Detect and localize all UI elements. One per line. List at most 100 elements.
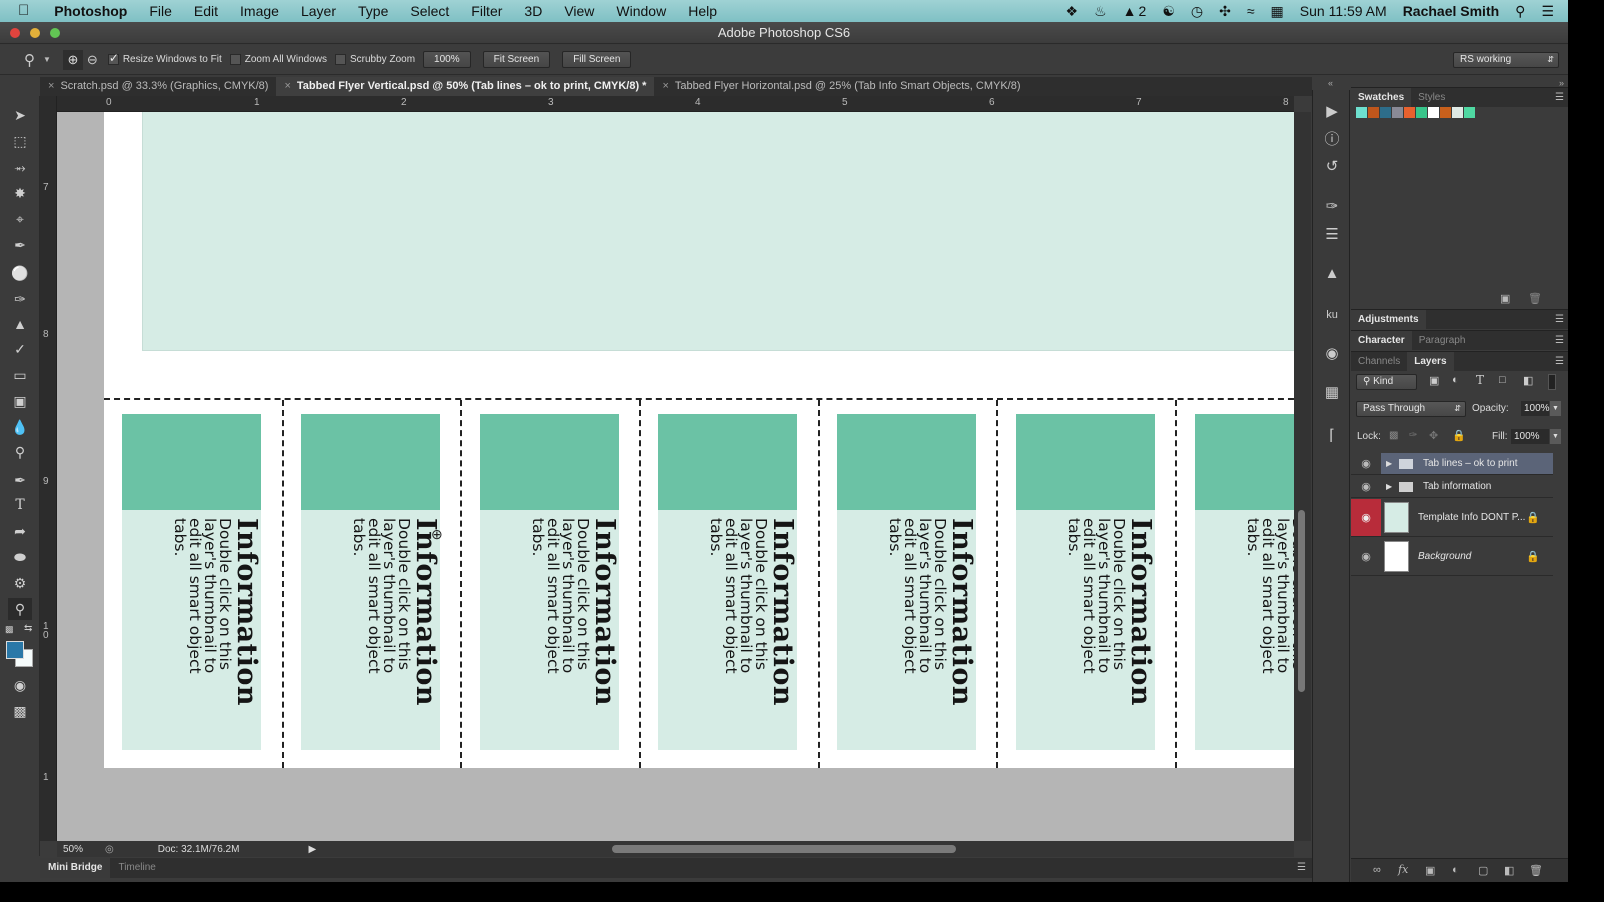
color-swatch[interactable] bbox=[1416, 107, 1427, 118]
doc-size[interactable]: Doc: 32.1M/76.2M bbox=[158, 844, 240, 855]
history-icon[interactable]: ↺ bbox=[1322, 157, 1342, 177]
layer-row-tab-lines[interactable]: ◉ ▶ Tab lines – ok to print bbox=[1351, 453, 1553, 475]
filter-type-icon[interactable]: T bbox=[1476, 373, 1484, 387]
zoom-tool-icon[interactable]: ⚲ bbox=[8, 598, 32, 620]
filter-adjustment-icon[interactable]: ◐ bbox=[1452, 374, 1459, 386]
panel-menu-icon[interactable]: ☰ bbox=[1555, 310, 1568, 329]
layer-row-tab-information[interactable]: ◉ ▶ Tab information bbox=[1351, 476, 1553, 498]
foreground-color-swatch[interactable] bbox=[6, 641, 24, 659]
new-layer-icon[interactable]: ◧ bbox=[1504, 864, 1514, 877]
color-swatch[interactable] bbox=[1440, 107, 1451, 118]
panel-menu-icon[interactable]: ☰ bbox=[1297, 858, 1312, 878]
clone-stamp-tool-icon[interactable]: ▲ bbox=[8, 313, 32, 335]
tab-layers[interactable]: Layers bbox=[1407, 352, 1454, 371]
opacity-input[interactable]: 100% bbox=[1521, 401, 1550, 416]
panel-menu-icon[interactable]: ☰ bbox=[1555, 331, 1568, 350]
menu-image[interactable]: Image bbox=[229, 0, 290, 22]
type-tool-icon[interactable]: T bbox=[8, 494, 32, 516]
marquee-tool-icon[interactable]: ⬚ bbox=[8, 130, 32, 152]
menu-type[interactable]: Type bbox=[347, 0, 399, 22]
calendar-icon[interactable]: ▦ bbox=[1263, 3, 1292, 20]
delete-layer-icon[interactable]: 🗑 bbox=[1529, 864, 1543, 877]
color-swatch[interactable] bbox=[1392, 107, 1403, 118]
menu-edit[interactable]: Edit bbox=[183, 0, 229, 22]
tab-tabbed-flyer-horizontal[interactable]: × Tabbed Flyer Horizontal.psd @ 25% (Tab … bbox=[654, 77, 1028, 96]
fit-screen-button[interactable]: Fit Screen bbox=[482, 51, 551, 68]
vertical-scroll-thumb[interactable] bbox=[1298, 510, 1305, 692]
tab-timeline[interactable]: Timeline bbox=[110, 858, 163, 878]
panel-menu-icon[interactable]: ☰ bbox=[1555, 352, 1568, 371]
menu-select[interactable]: Select bbox=[399, 0, 460, 22]
zoom-all-check[interactable] bbox=[229, 53, 241, 65]
info-tab-card[interactable]: InformationDouble click on this layer's … bbox=[301, 414, 441, 750]
notification-bell-icon[interactable]: ♨ bbox=[1086, 3, 1115, 20]
color-swatch[interactable] bbox=[1404, 107, 1415, 118]
tab-scratch[interactable]: × Scratch.psd @ 33.3% (Graphics, CMYK/8) bbox=[40, 77, 276, 96]
new-group-icon[interactable]: ▢ bbox=[1478, 864, 1488, 877]
close-tab-icon[interactable]: × bbox=[662, 80, 668, 92]
close-window-button[interactable] bbox=[10, 28, 20, 38]
link-layers-icon[interactable]: ∞ bbox=[1373, 864, 1381, 876]
color-swatch[interactable] bbox=[1452, 107, 1463, 118]
tab-channels[interactable]: Channels bbox=[1351, 352, 1407, 371]
menu-window[interactable]: Window bbox=[605, 0, 677, 22]
new-swatch-icon[interactable]: ▣ bbox=[1500, 292, 1510, 305]
ellipse-tool-icon[interactable]: ⬬ bbox=[8, 546, 32, 568]
tab-paragraph[interactable]: Paragraph bbox=[1412, 331, 1473, 350]
zoom-window-button[interactable] bbox=[50, 28, 60, 38]
lock-image-icon[interactable]: ✑ bbox=[1409, 430, 1417, 441]
preset-dropdown-arrow-icon[interactable]: ▼ bbox=[43, 55, 51, 64]
lasso-tool-icon[interactable]: ⥇ bbox=[8, 156, 32, 178]
close-tab-icon[interactable]: × bbox=[284, 80, 290, 92]
zoom-out-icon[interactable]: ⊖ bbox=[87, 52, 98, 68]
canvas-area[interactable]: Information Double click on this layer's … bbox=[57, 112, 1294, 841]
filter-smart-object-icon[interactable]: ◧ bbox=[1523, 374, 1533, 387]
expand-group-arrow-icon[interactable]: ▶ bbox=[1386, 476, 1392, 498]
notification-center-icon[interactable]: ☰ bbox=[1533, 3, 1568, 20]
gradient-tool-icon[interactable]: ▣ bbox=[8, 390, 32, 412]
zoom-100-button[interactable]: 100% bbox=[423, 51, 471, 68]
vertical-scrollbar[interactable] bbox=[1294, 112, 1311, 841]
delete-swatch-icon[interactable]: 🗑 bbox=[1528, 292, 1542, 305]
menu-app-name[interactable]: Photoshop bbox=[43, 0, 138, 22]
bluetooth-icon[interactable]: ✣ bbox=[1211, 3, 1239, 20]
vertical-ruler[interactable]: 7 8 9 10 1 bbox=[40, 96, 57, 841]
menu-view[interactable]: View bbox=[553, 0, 605, 22]
screen-mode-icon[interactable]: ▩ bbox=[8, 700, 32, 722]
tab-adjustments[interactable]: Adjustments bbox=[1351, 310, 1426, 329]
info-tab-card[interactable]: InformationDouble click on this layer's … bbox=[837, 414, 977, 750]
filter-pixel-icon[interactable]: ▣ bbox=[1429, 374, 1439, 387]
color-swatch[interactable] bbox=[1356, 107, 1367, 118]
visibility-eye-icon[interactable]: ◉ bbox=[1351, 499, 1381, 536]
wifi-icon[interactable]: ≈ bbox=[1239, 3, 1263, 19]
quick-mask-icon[interactable]: ◉ bbox=[8, 674, 32, 696]
expand-group-arrow-icon[interactable]: ▶ bbox=[1386, 453, 1392, 475]
layer-row-background[interactable]: ◉ Background 🔒 bbox=[1351, 538, 1553, 576]
zoom-in-icon[interactable]: ⊕ bbox=[62, 49, 83, 70]
path-selection-tool-icon[interactable]: ➦ bbox=[8, 520, 32, 542]
resize-windows-check[interactable] bbox=[107, 51, 119, 65]
minimize-window-button[interactable] bbox=[30, 28, 40, 38]
menubar-clock[interactable]: Sun 11:59 AM bbox=[1292, 3, 1395, 19]
brush-settings-icon[interactable]: ☰ bbox=[1322, 225, 1342, 245]
filter-shape-icon[interactable]: □ bbox=[1499, 374, 1506, 386]
color-swatch[interactable] bbox=[1428, 107, 1439, 118]
collapse-dock-icon[interactable]: « bbox=[1328, 78, 1333, 88]
resize-windows-checkbox[interactable]: Resize Windows to Fit bbox=[107, 51, 222, 65]
add-mask-icon[interactable]: ▣ bbox=[1425, 864, 1435, 877]
tab-character[interactable]: Character bbox=[1351, 331, 1412, 350]
zoom-level[interactable]: 50% bbox=[63, 844, 99, 855]
apple-icon[interactable]:  bbox=[0, 0, 43, 22]
status-menu-arrow-icon[interactable]: ▶ bbox=[308, 844, 316, 855]
eyedropper-tool-icon[interactable]: ✒ bbox=[8, 234, 32, 256]
fill-input[interactable]: 100% bbox=[1511, 429, 1549, 444]
panel-menu-icon[interactable]: ☰ bbox=[1555, 88, 1568, 107]
visibility-eye-icon[interactable]: ◉ bbox=[1351, 453, 1381, 474]
spotlight-search-icon[interactable]: ⚲ bbox=[1507, 3, 1533, 20]
actions-play-icon[interactable]: ▶ bbox=[1322, 102, 1342, 122]
menu-filter[interactable]: Filter bbox=[460, 0, 513, 22]
paths-icon[interactable]: ⌈ bbox=[1322, 426, 1342, 446]
adobe-cc-icon[interactable]: ▲ 2 bbox=[1115, 3, 1155, 19]
horizontal-scroll-thumb[interactable] bbox=[612, 845, 956, 853]
fill-dropdown-icon[interactable]: ▼ bbox=[1550, 429, 1561, 444]
